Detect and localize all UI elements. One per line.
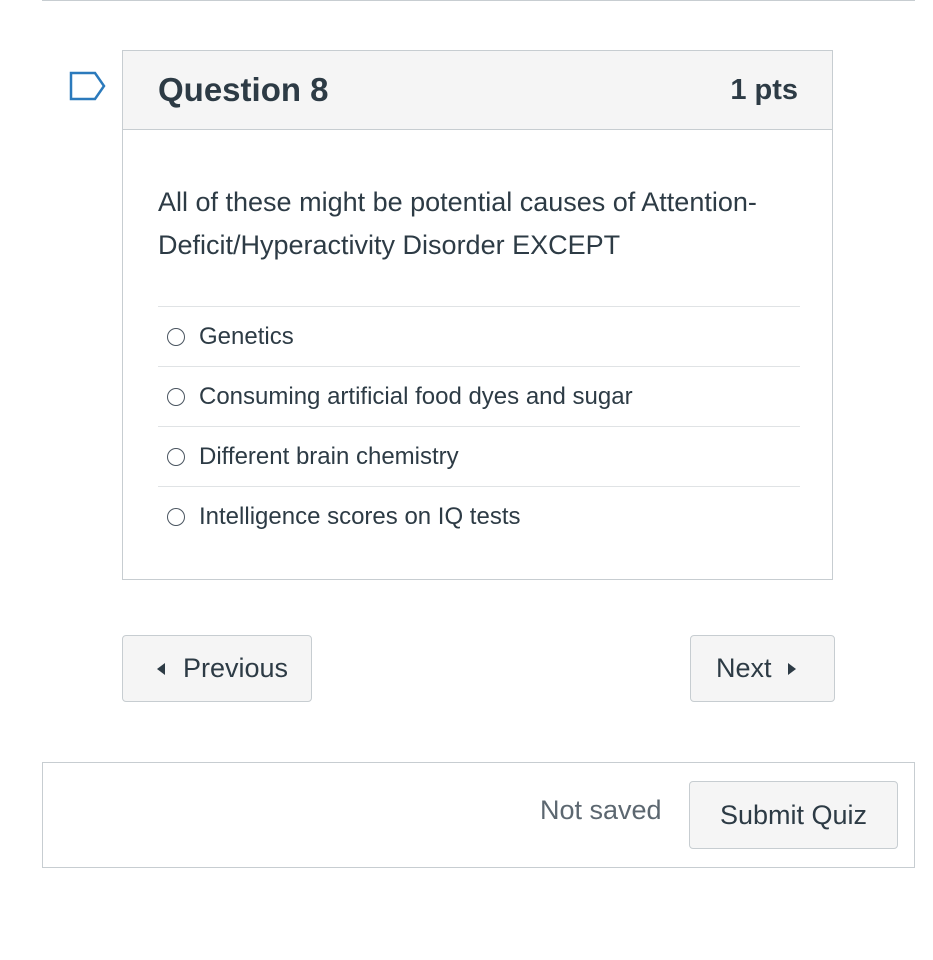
caret-left-icon (157, 662, 165, 675)
answer-list: Genetics Consuming artificial food dyes … (158, 306, 800, 546)
answer-option-iq-scores[interactable]: Intelligence scores on IQ tests (158, 486, 800, 546)
radio-button[interactable] (167, 327, 185, 346)
question-title: Question 8 (158, 71, 329, 108)
question-card: Question 8 1 pts All of these might be p… (122, 50, 833, 580)
save-status: Not saved (540, 795, 662, 825)
previous-button[interactable]: Previous (122, 635, 312, 702)
next-button[interactable]: Next (690, 635, 835, 702)
quiz-submit-bar: Not saved Submit Quiz (42, 762, 915, 868)
top-divider (42, 0, 915, 1)
answer-label: Genetics (199, 322, 294, 350)
answer-label: Intelligence scores on IQ tests (199, 502, 521, 530)
answer-label: Consuming artificial food dyes and sugar (199, 382, 633, 410)
question-text: All of these might be potential causes o… (158, 187, 757, 260)
answer-option-food-dyes[interactable]: Consuming artificial food dyes and sugar (158, 366, 800, 426)
flag-question-icon[interactable] (68, 70, 108, 104)
question-header: Question 8 1 pts (123, 51, 832, 130)
caret-right-icon (787, 662, 796, 675)
answer-label: Different brain chemistry (199, 442, 459, 470)
next-label: Next (716, 653, 772, 683)
radio-button[interactable] (167, 387, 185, 406)
question-points: 1 pts (730, 73, 798, 106)
radio-button[interactable] (167, 507, 185, 526)
submit-quiz-button[interactable]: Submit Quiz (689, 781, 898, 849)
answer-option-brain-chemistry[interactable]: Different brain chemistry (158, 426, 800, 486)
answer-option-genetics[interactable]: Genetics (158, 306, 800, 366)
previous-label: Previous (183, 653, 289, 683)
radio-button[interactable] (167, 447, 185, 466)
